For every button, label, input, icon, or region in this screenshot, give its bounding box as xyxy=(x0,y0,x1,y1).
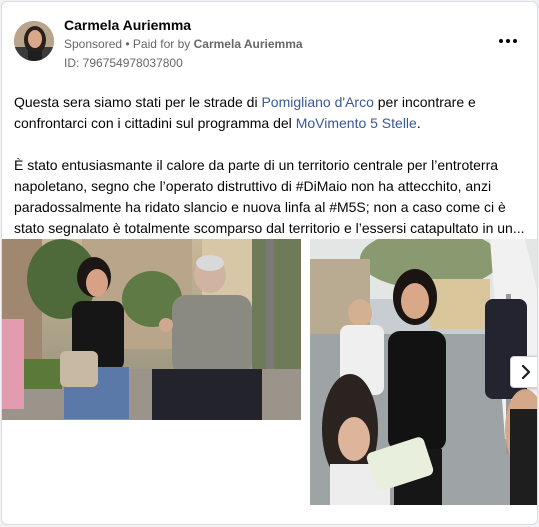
paragraph-1: Questa sera siamo stati per le strade di… xyxy=(14,92,534,134)
profile-photo xyxy=(14,21,54,61)
paragraph-2: È stato entusiasmante il calore da parte… xyxy=(14,157,525,236)
ad-card: Carmela Auriemma Sponsored • Paid for by… xyxy=(1,1,538,525)
link-pomigliano[interactable]: Pomigliano d'Arco xyxy=(261,94,373,110)
link-movimento[interactable]: MoVimento 5 Stelle xyxy=(296,115,417,131)
paid-for-prefix: Paid for by xyxy=(132,37,194,51)
author-name[interactable]: Carmela Auriemma xyxy=(64,17,191,33)
sponsor-line: Sponsored • Paid for by Carmela Auriemma xyxy=(64,37,303,51)
carousel-next-button[interactable] xyxy=(510,356,537,388)
chevron-right-icon xyxy=(521,365,531,379)
post-text: Questa sera siamo stati per le strade di… xyxy=(14,92,534,239)
carousel-image-1[interactable] xyxy=(2,239,301,420)
text-run: . xyxy=(416,115,421,131)
ad-id: ID: 796754978037800 xyxy=(64,56,183,70)
paid-for-name[interactable]: Carmela Auriemma xyxy=(194,37,303,51)
sponsored-label: Sponsored xyxy=(64,37,123,51)
dot xyxy=(499,39,503,43)
photo-woman-in-crowd xyxy=(310,239,537,505)
separator-dot: • xyxy=(122,37,133,51)
avatar[interactable] xyxy=(14,21,54,61)
dot xyxy=(513,39,517,43)
text-run: Questa sera siamo stati per le strade di xyxy=(14,94,262,110)
carousel-image-2[interactable] xyxy=(310,239,537,505)
more-options-icon[interactable] xyxy=(497,30,521,50)
dot xyxy=(506,39,510,43)
photo-two-people-on-bench xyxy=(2,239,301,420)
